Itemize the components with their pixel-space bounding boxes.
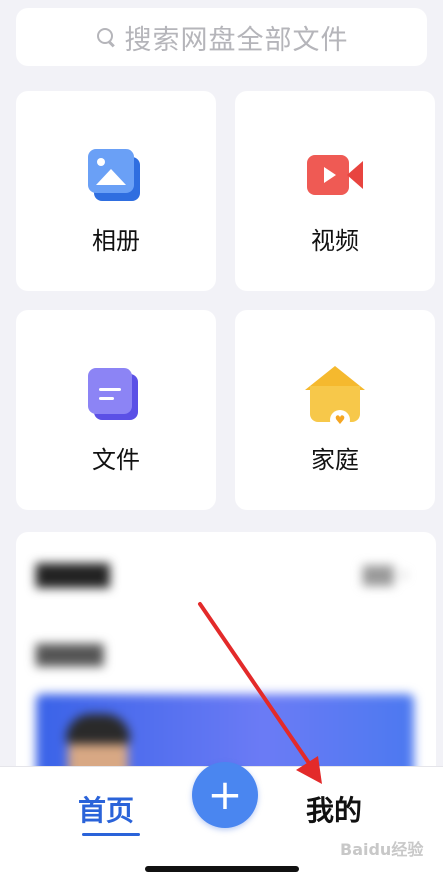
tab-home[interactable]: 首页 — [78, 789, 134, 829]
blurred-subheading: ▇▇▇▇ — [36, 642, 104, 667]
category-album-label: 相册 — [92, 227, 140, 255]
tab-home-indicator — [82, 833, 140, 836]
file-icon — [86, 366, 146, 422]
family-icon: ♥ — [305, 366, 365, 430]
watermark: Baidu经验 — [340, 840, 424, 859]
home-indicator — [145, 866, 299, 872]
video-icon — [305, 147, 365, 203]
search-placeholder: 搜索网盘全部文件 — [124, 24, 349, 56]
category-family[interactable]: ♥ 家庭 — [235, 310, 435, 510]
category-family-label: 家庭 — [311, 446, 359, 474]
category-file[interactable]: 文件 — [16, 310, 216, 510]
tab-mine[interactable]: 我的 — [306, 789, 362, 829]
category-album[interactable]: 相册 — [16, 91, 216, 291]
search-bar[interactable]: 搜索网盘全部文件 — [16, 8, 427, 66]
blurred-heading: ▇▇▇▇ — [36, 560, 110, 588]
plus-icon: + — [207, 770, 243, 819]
album-icon — [86, 147, 146, 203]
blurred-more: ▇▇ › — [362, 562, 408, 586]
search-icon — [95, 26, 117, 48]
add-button[interactable]: + — [192, 762, 258, 828]
category-video[interactable]: 视频 — [235, 91, 435, 291]
category-video-label: 视频 — [311, 227, 359, 255]
recent-section-blurred: ▇▇▇▇ ▇▇ › ▇▇▇▇ — [16, 532, 436, 792]
category-file-label: 文件 — [92, 446, 140, 474]
